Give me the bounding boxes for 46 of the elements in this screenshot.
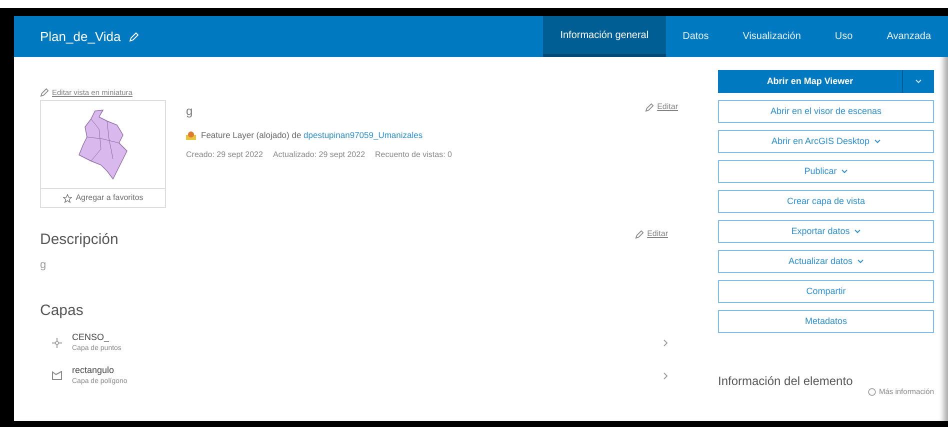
- item-meta: Actualizado: 29 sept 2022: [272, 148, 366, 161]
- map-pin-icon: [186, 130, 196, 140]
- edit-link[interactable]: Editar: [635, 228, 668, 240]
- chevron-down-icon: [854, 229, 861, 234]
- tab[interactable]: Visualización: [726, 16, 818, 57]
- item-type-text: Feature Layer (alojado) de dpestupinan97059_Umanizales: [201, 129, 423, 142]
- item-title: Plan_de_Vida: [40, 28, 121, 46]
- action-button[interactable]: Actualizar datos: [718, 250, 934, 273]
- layer-name: CENSO_: [72, 330, 110, 344]
- action-button[interactable]: Abrir en el visor de escenas: [718, 100, 934, 123]
- dropdown-toggle-button[interactable]: [902, 70, 934, 93]
- item-meta: Creado: 29 sept 2022: [186, 148, 263, 161]
- tab[interactable]: Datos: [666, 16, 726, 57]
- action-button[interactable]: Metadatos: [718, 310, 934, 333]
- pencil-icon: [40, 88, 49, 98]
- description-heading: Descripción: [40, 231, 118, 250]
- action-button[interactable]: Crear capa de vista: [718, 190, 934, 213]
- crosshair-icon: [52, 338, 62, 348]
- layers-heading: Capas: [40, 302, 84, 320]
- pencil-icon[interactable]: [128, 32, 139, 42]
- action-button[interactable]: Abrir en ArcGIS Desktop: [718, 130, 934, 153]
- description-text: g: [40, 258, 48, 274]
- chevron-down-icon: [856, 259, 864, 264]
- open-map-viewer-button[interactable]: Abrir en Map Viewer: [718, 70, 902, 93]
- chevron-down-icon: [915, 79, 922, 84]
- chevron-down-icon: [874, 139, 881, 144]
- item-meta: Recuento de vistas: 0: [375, 148, 452, 161]
- edit-link[interactable]: Editar: [645, 101, 678, 113]
- owner-link[interactable]: dpestupinan97059_Umanizales: [304, 130, 423, 140]
- action-button[interactable]: Exportar datos: [718, 220, 934, 243]
- polygon-icon: [52, 371, 62, 380]
- chevron-right-icon: [663, 372, 668, 380]
- tab[interactable]: Avanzada: [870, 16, 948, 57]
- pencil-icon: [645, 102, 654, 112]
- tab[interactable]: Información general: [543, 16, 666, 57]
- item-name: g: [186, 103, 193, 120]
- chevron-down-icon: [840, 169, 848, 174]
- action-button[interactable]: Publicar: [718, 160, 934, 183]
- item-info-heading: Información del elemento: [718, 374, 854, 388]
- pencil-icon: [635, 230, 644, 239]
- chevron-right-icon: [663, 338, 668, 347]
- help-icon: [868, 388, 876, 396]
- layer-name: rectangulo: [72, 364, 116, 377]
- action-button[interactable]: Compartir: [718, 280, 934, 303]
- tab[interactable]: Uso: [818, 16, 870, 57]
- star-icon: [62, 194, 72, 203]
